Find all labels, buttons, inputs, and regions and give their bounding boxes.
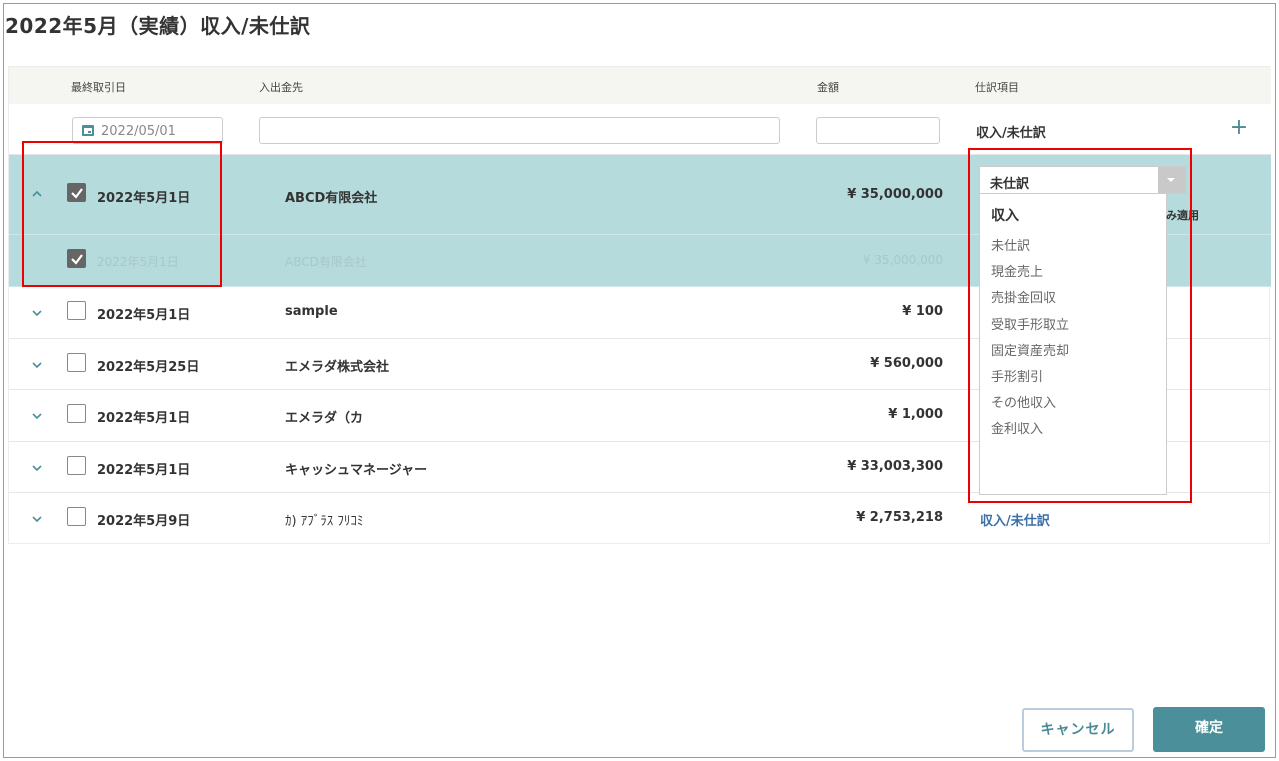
row-checkbox[interactable] [67, 507, 86, 526]
row-date: 2022年5月1日 [97, 463, 191, 478]
row-party: sample [285, 304, 338, 319]
row-amount: ¥ 560,000 [870, 356, 943, 371]
category-filter-label: 収入/未仕訳 [976, 126, 1046, 141]
highlight-box-dropdown [968, 148, 1192, 503]
calendar-icon [81, 123, 95, 141]
row-amount: ¥ 33,003,300 [847, 459, 943, 474]
table-header: 最終取引日 入出金先 金額 仕訳項目 [9, 67, 1271, 104]
date-filter-value: 2022/05/01 [101, 124, 176, 139]
party-filter-input[interactable] [259, 117, 780, 144]
row-amount: ¥ 2,753,218 [856, 510, 943, 525]
cancel-button[interactable]: キャンセル [1022, 708, 1134, 752]
row-checkbox[interactable] [67, 456, 86, 475]
row-amount: ¥ 1,000 [888, 407, 943, 422]
row-date: 2022年5月1日 [97, 411, 191, 426]
row-checkbox[interactable] [67, 404, 86, 423]
date-filter-input[interactable]: 2022/05/01 [72, 117, 223, 144]
row-party: キャッシュマネージャー [285, 463, 428, 478]
chevron-down-icon[interactable] [29, 460, 45, 476]
header-category: 仕訳項目 [975, 81, 1019, 94]
row-date: 2022年5月9日 [97, 514, 191, 529]
row-party: ｶ) ｱﾌﾞﾗｽ ﾌﾘｺﾐ [285, 514, 364, 529]
plus-icon[interactable]: + [1229, 117, 1249, 139]
highlight-box-checkboxes [22, 141, 222, 287]
header-date: 最終取引日 [71, 81, 126, 94]
row-checkbox[interactable] [67, 301, 86, 320]
row-party: エメラダ（カ [285, 411, 364, 426]
row-amount: ¥ 100 [902, 304, 943, 319]
chevron-down-icon[interactable] [29, 408, 45, 424]
chevron-down-icon[interactable] [29, 511, 45, 527]
amount-filter-input[interactable] [816, 117, 940, 144]
chevron-down-icon[interactable] [29, 357, 45, 373]
subrow-amount: ¥ 35,000,000 [862, 253, 943, 267]
row-date: 2022年5月1日 [97, 308, 191, 323]
confirm-button[interactable]: 確定 [1153, 707, 1265, 752]
subrow-party: ABCD有限会社 [285, 255, 367, 269]
row-party: ABCD有限会社 [285, 191, 378, 206]
row-category-link[interactable]: 収入/未仕訳 [980, 510, 1050, 529]
row-party: エメラダ株式会社 [285, 360, 390, 375]
header-party: 入出金先 [259, 81, 303, 94]
row-date: 2022年5月25日 [97, 360, 200, 375]
row-checkbox[interactable] [67, 353, 86, 372]
header-amount: 金額 [817, 81, 839, 94]
row-amount: ¥ 35,000,000 [847, 187, 943, 202]
page-title: 2022年5月（実績）収入/未仕訳 [5, 14, 311, 38]
chevron-down-icon[interactable] [29, 305, 45, 321]
